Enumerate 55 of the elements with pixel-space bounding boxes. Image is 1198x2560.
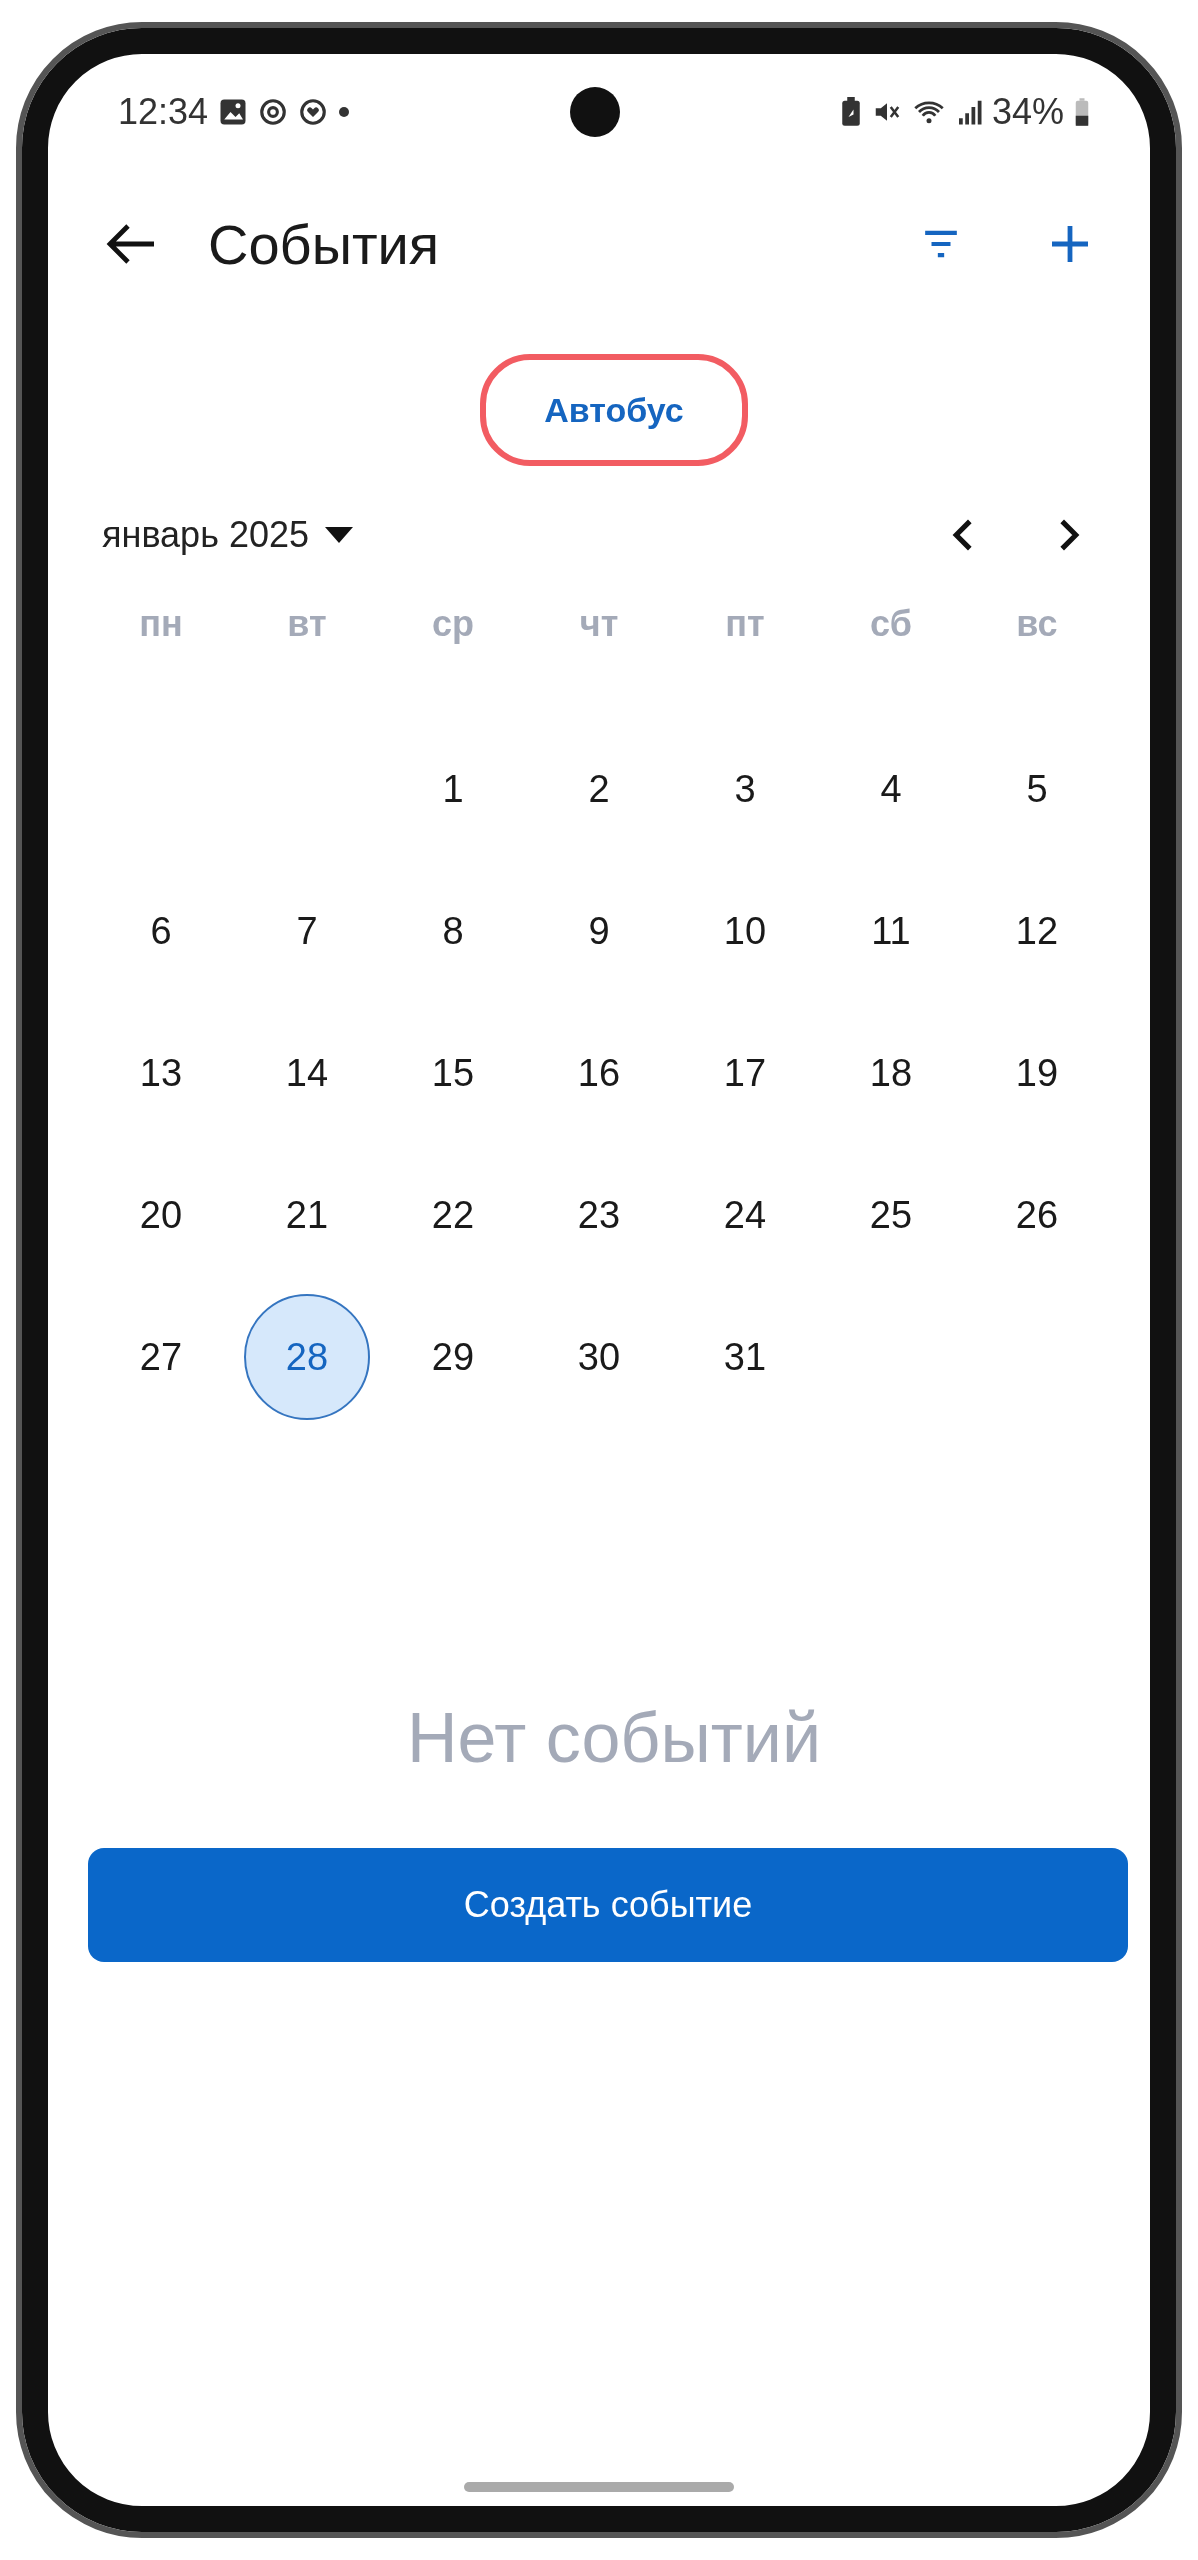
weekday-label: пт	[725, 603, 765, 645]
filter-icon	[922, 229, 960, 259]
calendar-day[interactable]: 6	[98, 868, 224, 994]
calendar-day[interactable]: 25	[828, 1152, 954, 1278]
weekday-label: чт	[579, 603, 619, 645]
calendar-day[interactable]: 12	[974, 868, 1100, 994]
weekday-label: вт	[287, 603, 327, 645]
weekday-label: вс	[1016, 603, 1058, 645]
calendar-day[interactable]: 24	[682, 1152, 808, 1278]
battery-percent: 34%	[991, 91, 1064, 133]
calendar-day[interactable]: 20	[98, 1152, 224, 1278]
calendar-day[interactable]: 2	[536, 726, 662, 852]
calendar-day[interactable]: 13	[98, 1010, 224, 1136]
calendar-day[interactable]: 31	[682, 1294, 808, 1420]
battery-icon	[1074, 97, 1090, 127]
month-selector[interactable]: январь 2025	[102, 504, 353, 566]
calendar-day[interactable]: 1	[390, 726, 516, 852]
calendar-day[interactable]: 27	[98, 1294, 224, 1420]
weekday-label: ср	[432, 603, 474, 645]
calendar-day[interactable]: 26	[974, 1152, 1100, 1278]
plus-icon	[1050, 224, 1090, 264]
calendar-day[interactable]: 15	[390, 1010, 516, 1136]
empty-message: Нет событий	[405, 1698, 823, 1778]
battery-saver-icon	[839, 97, 862, 127]
camera-hole	[570, 87, 620, 137]
calendar-day[interactable]: 21	[244, 1152, 370, 1278]
weekday-label: пн	[139, 603, 183, 645]
dot-icon	[338, 106, 351, 118]
dropdown-caret-icon	[325, 527, 353, 543]
chevron-left-icon	[952, 518, 974, 552]
calendar-day[interactable]: 11	[828, 868, 954, 994]
screen-title: События	[208, 211, 441, 277]
calendar-day[interactable]: 8	[390, 868, 516, 994]
calendar-day[interactable]: 14	[244, 1010, 370, 1136]
create-event-button[interactable]: Создать событие	[88, 1848, 1128, 1962]
category-chip[interactable]: Автобус	[480, 354, 748, 466]
calendar-day[interactable]: 18	[828, 1010, 954, 1136]
calendar-day[interactable]: 23	[536, 1152, 662, 1278]
calendar-day[interactable]: 5	[974, 726, 1100, 852]
calendar-day[interactable]: 4	[828, 726, 954, 852]
calendar-day[interactable]: 7	[244, 868, 370, 994]
calendar-day[interactable]: 19	[974, 1010, 1100, 1136]
calendar-day[interactable]: 28	[244, 1294, 370, 1420]
calendar-day[interactable]: 22	[390, 1152, 516, 1278]
calendar-day[interactable]: 30	[536, 1294, 662, 1420]
image-icon	[218, 97, 249, 127]
calendar-day[interactable]: 9	[536, 868, 662, 994]
status-time: 12:34	[118, 91, 209, 133]
weekday-label: сб	[870, 603, 912, 645]
calendar-day[interactable]: 10	[682, 868, 808, 994]
calendar-day[interactable]: 17	[682, 1010, 808, 1136]
calendar-day[interactable]: 3	[682, 726, 808, 852]
chevron-right-icon	[1058, 518, 1080, 552]
calendar-day[interactable]: 29	[390, 1294, 516, 1420]
calendar-day[interactable]: 16	[536, 1010, 662, 1136]
